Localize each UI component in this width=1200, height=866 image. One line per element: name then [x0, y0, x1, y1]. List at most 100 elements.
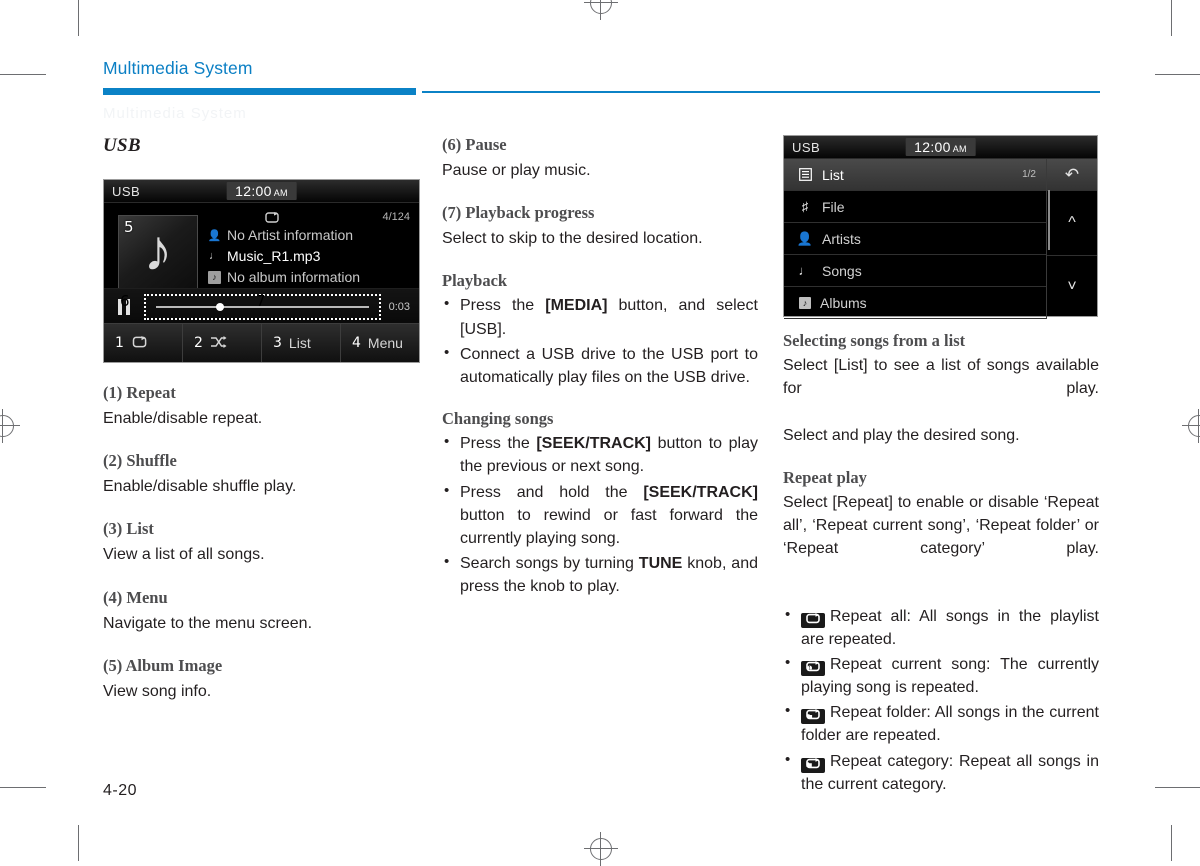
- repeat-icon-svg: [265, 212, 279, 223]
- shuffle-icon: [210, 335, 227, 351]
- callout-3-list: 3: [273, 335, 282, 351]
- playback-bullet-list: Press the [MEDIA] button, and select [US…: [442, 293, 758, 389]
- crop-mark-top-right-v: [1171, 0, 1172, 36]
- changing-bullet-2-bold: TUNE: [638, 555, 683, 573]
- registration-mark-top: [584, 0, 618, 20]
- changing-bullet-2-pre: Search songs by turning: [460, 555, 639, 573]
- back-icon[interactable]: ↶: [1047, 159, 1097, 191]
- track-album-text: No album information: [227, 269, 361, 285]
- repeat-folder-text: Repeat folder: All songs in the current …: [801, 704, 1099, 745]
- entry-text-pause: Pause or play music.: [442, 162, 591, 179]
- ghost-watermark-text: Multimedia System: [103, 105, 247, 122]
- player-source-label: USB: [112, 183, 141, 199]
- player-list-button[interactable]: 3 List: [262, 324, 341, 362]
- crop-mark-bottom-left-v: [78, 825, 79, 861]
- repeat-intro-paragraph: Select [Repeat] to enable or disable ‘Re…: [783, 493, 1099, 558]
- track-count: 4/124: [382, 211, 410, 223]
- list-item: Repeat all: All songs in the playlist ar…: [783, 603, 1099, 651]
- player-title-bar: USB 12:00 AM: [104, 180, 419, 203]
- callout-6-pause: 6: [120, 292, 130, 310]
- callout-5-album-image: 5: [124, 218, 134, 236]
- list-item-label: Albums: [820, 294, 867, 311]
- changing-bullet-0-pre: Press the: [460, 435, 537, 453]
- column-right: USB 12:00 AM List 1/2 ♯ File 👤 Artists ♩…: [783, 135, 1099, 816]
- repeat-icon: [131, 335, 148, 351]
- track-info-artist: 👤 No Artist information: [208, 227, 411, 243]
- list-item-artists[interactable]: 👤 Artists: [784, 223, 1046, 255]
- entry-heading-playback-progress: (7) Playback progress: [442, 203, 595, 223]
- running-head-rule: [103, 88, 416, 95]
- list-item-albums[interactable]: ♪ Albums: [784, 287, 1046, 319]
- repeat-category-text: Repeat category: Repeat all songs in the…: [801, 752, 1099, 793]
- entry-heading-repeat: (1) Repeat: [103, 383, 176, 402]
- entry-heading-album-image: (5) Album Image: [103, 655, 223, 675]
- column-left: USB USB 12:00 AM 5 ♪ 4/124 👤 No Artist i…: [103, 135, 420, 724]
- crop-mark-top-right-h: [1155, 74, 1200, 75]
- chevron-down-icon[interactable]: ˅: [1047, 256, 1097, 320]
- list-header-row: List 1/2: [784, 159, 1046, 191]
- repeat-icon: [264, 210, 280, 226]
- seek-knob[interactable]: [215, 303, 224, 311]
- list-item: Press the [SEEK/TRACK] button to play th…: [442, 431, 758, 478]
- chevron-up-icon[interactable]: ^: [1047, 191, 1097, 256]
- list-body: List 1/2 ♯ File 👤 Artists ♩ Songs ♪ Albu…: [784, 159, 1097, 319]
- repeat-folder-icon: [801, 709, 825, 725]
- registration-mark-bottom: [584, 832, 618, 866]
- player-clock-time: 12:00: [235, 183, 272, 199]
- entry-text-menu: Navigate to the menu screen.: [103, 614, 313, 632]
- callout-2-shuffle: 2: [194, 335, 203, 351]
- track-info-song: ♩ Music_R1.mp3: [208, 248, 411, 264]
- selecting-paragraph-2: Select and play the desired song.: [783, 426, 1020, 444]
- player-list-button-label: List: [288, 335, 311, 351]
- list-item-songs[interactable]: ♩ Songs: [784, 255, 1046, 287]
- registration-mark-right: [1182, 409, 1200, 443]
- player-shuffle-button[interactable]: 2: [183, 324, 262, 362]
- list-item-file[interactable]: ♯ File: [784, 191, 1046, 223]
- column-middle: (6) Pause Pause or play music. (7) Playb…: [442, 135, 758, 618]
- repeat-category-icon: [801, 757, 825, 773]
- crop-mark-top-left-h: [0, 74, 46, 75]
- artist-icon: 👤: [207, 229, 222, 242]
- crop-mark-bottom-right-h: [1155, 787, 1200, 788]
- list-header-label: List: [822, 166, 844, 183]
- track-song-text: Music_R1.mp3: [227, 248, 321, 264]
- changing-bullet-0-bold: [SEEK/TRACK]: [536, 435, 652, 453]
- player-menu-button[interactable]: 4 Menu: [341, 324, 419, 362]
- registration-mark-left: [0, 409, 20, 443]
- album-icon: ♪: [799, 296, 811, 309]
- list-icon: [797, 168, 813, 181]
- entry-text-playback-progress: Select to skip to the desired location.: [442, 230, 703, 248]
- selecting-paragraph-1: Select [List] to see a list of songs ava…: [783, 357, 1099, 398]
- usb-now-playing-screenshot: USB 12:00 AM 5 ♪ 4/124 👤 No Artist infor…: [103, 179, 420, 363]
- artist-icon: 👤: [796, 230, 814, 246]
- list-item: Press and hold the [SEEK/TRACK] button t…: [442, 480, 758, 551]
- page-number: 4-20: [103, 782, 138, 799]
- list-item-label: Songs: [822, 262, 862, 279]
- entry-heading-menu: (4) Menu: [103, 587, 168, 607]
- album-icon: ♪: [208, 270, 221, 284]
- changing-bullet-1-pre: Press and hold the: [460, 483, 644, 501]
- list-item: 1 Repeat current song: The currently pla…: [783, 652, 1099, 699]
- list-side-controls: ↶ ^ ˅: [1046, 159, 1097, 319]
- running-head-thin-rule: [422, 91, 1100, 93]
- list-source-label: USB: [792, 139, 821, 155]
- callout-7-playback-progress: 7: [256, 292, 266, 310]
- repeat-mode-bullet-list: Repeat all: All songs in the playlist ar…: [783, 603, 1099, 797]
- song-icon: ♩: [798, 263, 812, 278]
- player-repeat-button[interactable]: 1: [104, 324, 183, 362]
- player-clock-ampm: AM: [273, 188, 288, 198]
- song-icon: ♩: [209, 250, 220, 262]
- repeat-one-icon: 1: [801, 660, 825, 676]
- music-note-icon: ♯: [801, 199, 809, 214]
- entry-heading-pause: (6) Pause: [442, 135, 507, 154]
- callout-1-repeat: 1: [115, 335, 124, 351]
- list-clock-ampm: AM: [952, 144, 967, 154]
- list-item: Search songs by turning TUNE knob, and p…: [442, 551, 758, 598]
- music-note-icon: ♪: [143, 218, 173, 283]
- changing-bullet-1-bold: [SEEK/TRACK]: [643, 483, 758, 501]
- subheading-playback: Playback: [442, 271, 508, 291]
- player-menu-button-label: Menu: [367, 335, 403, 351]
- entry-heading-shuffle: (2) Shuffle: [103, 451, 177, 471]
- list-title-bar: USB 12:00 AM: [784, 136, 1097, 159]
- list-scrollbar[interactable]: [1048, 190, 1050, 250]
